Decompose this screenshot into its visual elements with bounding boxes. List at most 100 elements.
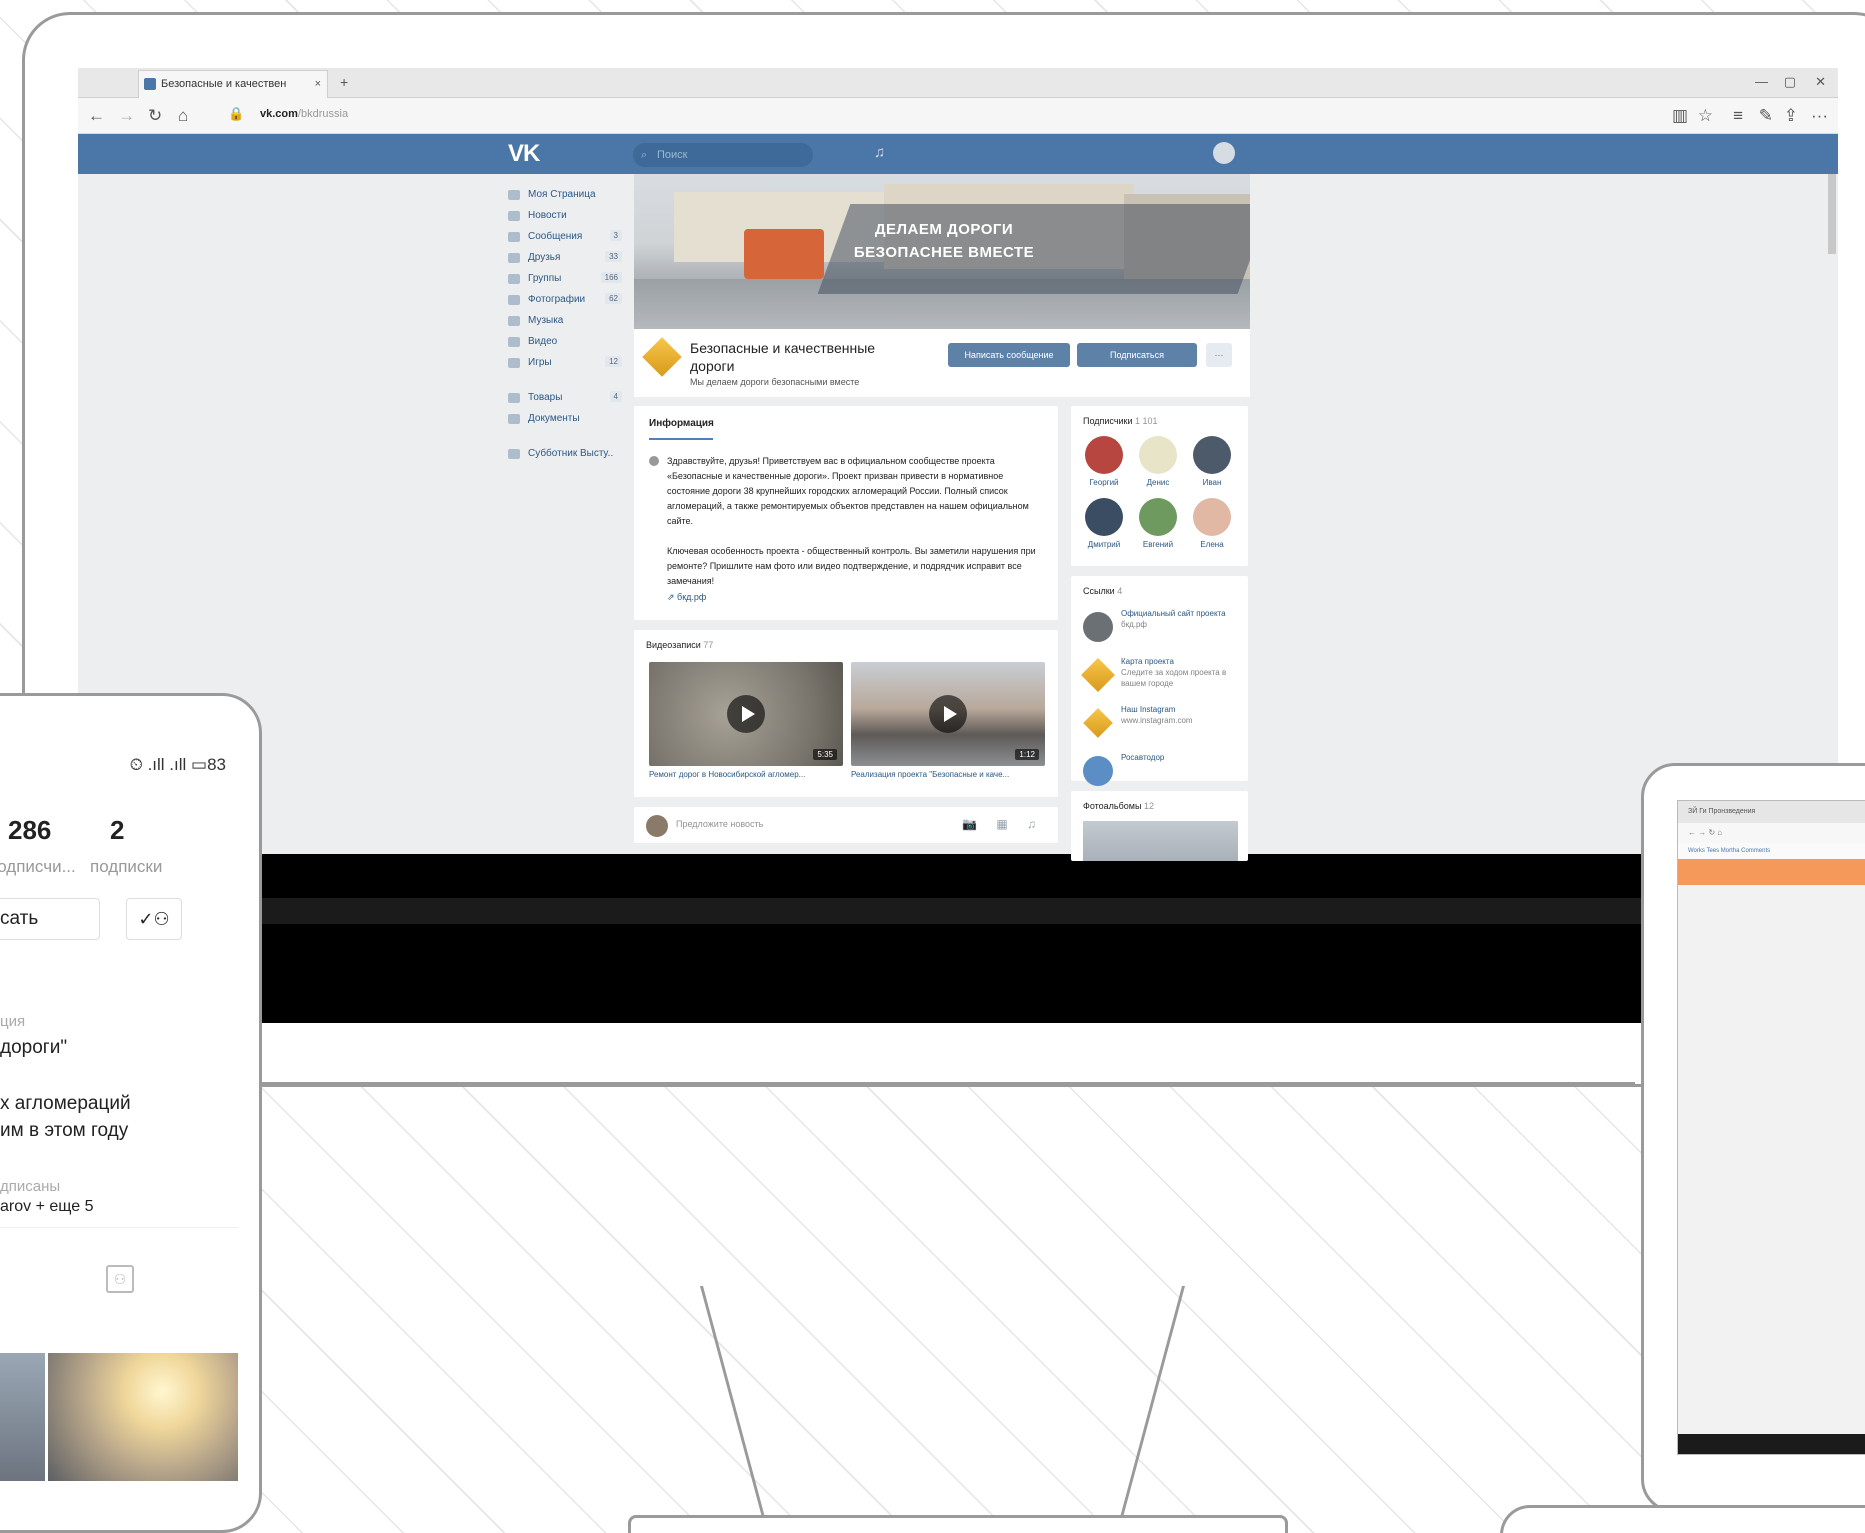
phone-photo[interactable] bbox=[0, 1353, 45, 1481]
left-navigation: Моя Страница Новости Сообщения 3 Друзья 33 Гру… bbox=[508, 184, 628, 464]
following-count[interactable]: 2 bbox=[110, 815, 124, 846]
video-thumbnail[interactable]: 5:35 bbox=[649, 662, 843, 766]
link-item[interactable]: Карта проекта Следите за ходом проекта в … bbox=[1081, 656, 1243, 696]
sidebar-item[interactable]: Субботник Выстy.. bbox=[508, 443, 628, 464]
reading-view-icon[interactable]: ▥ bbox=[1672, 106, 1688, 126]
follow-user-icon[interactable]: ✓⚇ bbox=[126, 898, 182, 940]
home-icon[interactable]: ⌂ bbox=[178, 106, 188, 126]
followers-count[interactable]: 286 bbox=[8, 815, 51, 846]
subscriber-avatar[interactable] bbox=[1085, 498, 1123, 536]
link-item[interactable]: Официальный сайт проекта бкд.рф bbox=[1083, 608, 1243, 648]
tagged-photos-icon[interactable]: ⚇ bbox=[106, 1265, 134, 1293]
sidebar-item[interactable]: Моя Страница bbox=[508, 184, 628, 205]
photo-album-thumbnail[interactable] bbox=[1083, 821, 1238, 861]
group-name: Безопасные и качественные дороги bbox=[690, 340, 876, 374]
post-attach-icons[interactable]: 📷 ▦ ♫ bbox=[962, 817, 1044, 831]
share-icon[interactable]: ⇪ bbox=[1784, 106, 1798, 126]
browser-tab[interactable]: Безопасные и качествен × bbox=[138, 70, 328, 98]
scrollbar[interactable] bbox=[1828, 174, 1836, 254]
video-caption[interactable]: Реализация проекта "Безопасные и каче... bbox=[851, 770, 1045, 779]
sidebar-item-icon bbox=[508, 392, 520, 403]
videos-heading[interactable]: Видеозаписи 77 bbox=[646, 640, 713, 650]
sidebar-item[interactable]: Музыка bbox=[508, 310, 628, 331]
search-input[interactable]: ⌕ Поиск bbox=[633, 143, 813, 167]
tablet-address-bar[interactable]: ← → ↻ ⌂ bbox=[1678, 823, 1865, 843]
subscriber-avatar[interactable] bbox=[1193, 436, 1231, 474]
tab-title: Безопасные и качествен bbox=[161, 78, 287, 90]
write-message-button[interactable]: Написать сообщение bbox=[948, 343, 1070, 367]
address-bar: ← → ↻ ⌂ 🔒 vk.com/bkdrussia ▥ ☆ ≡ ✎ ⇪ ··· bbox=[78, 98, 1838, 134]
tablet-tab[interactable]: ЗЙ Ги Пронзведения bbox=[1678, 801, 1865, 823]
photos-title: Фотоальбомы bbox=[1083, 801, 1142, 811]
suggest-post-box[interactable]: Предложите новость 📷 ▦ ♫ bbox=[634, 807, 1058, 843]
play-icon[interactable] bbox=[929, 695, 967, 733]
post-placeholder[interactable]: Предложите новость bbox=[676, 819, 763, 829]
pen-icon[interactable]: ✎ bbox=[1759, 106, 1773, 126]
links-heading[interactable]: Ссылки 4 bbox=[1083, 586, 1122, 596]
sidebar-item[interactable]: Документы bbox=[508, 408, 628, 429]
vk-logo[interactable]: VK bbox=[508, 140, 540, 168]
subscribers-title: Подписчики bbox=[1083, 416, 1133, 426]
url-field[interactable]: vk.com/bkdrussia bbox=[260, 108, 348, 120]
subscriber-name[interactable]: Георгий bbox=[1079, 478, 1129, 487]
minimize-icon[interactable]: — bbox=[1755, 74, 1768, 89]
sidebar-item-count: 166 bbox=[600, 272, 622, 283]
tab-close-icon[interactable]: × bbox=[315, 71, 321, 97]
link-title: Официальный сайт проекта bbox=[1121, 609, 1226, 618]
maximize-icon[interactable]: ▢ bbox=[1784, 74, 1796, 90]
sidebar-item[interactable]: Группы 166 bbox=[508, 268, 628, 289]
info-website-link[interactable]: ⇗ бкд.рф bbox=[667, 592, 706, 603]
subscribe-button[interactable]: Подписаться bbox=[1077, 343, 1197, 367]
sidebar-item[interactable]: Фотографии 62 bbox=[508, 289, 628, 310]
user-avatar[interactable] bbox=[1213, 142, 1235, 164]
sidebar-item-label: Друзья bbox=[528, 252, 561, 263]
sidebar-item[interactable]: Друзья 33 bbox=[508, 247, 628, 268]
subscriber-avatar[interactable] bbox=[1085, 436, 1123, 474]
video-caption[interactable]: Ремонт дорог в Новосибирской агломер... bbox=[649, 770, 843, 779]
subscribers-heading[interactable]: Подписчики 1 101 bbox=[1083, 416, 1158, 426]
sidebar-item-icon bbox=[508, 448, 520, 459]
tablet-site-nav[interactable]: Works Tees Mortha Comments bbox=[1678, 843, 1865, 859]
link-icon bbox=[1083, 708, 1113, 738]
message-button[interactable]: сать bbox=[0, 898, 100, 940]
back-icon[interactable]: ← bbox=[88, 106, 105, 126]
link-subtitle: www.instagram.com bbox=[1121, 716, 1193, 725]
subscriber-name[interactable]: Елена bbox=[1187, 540, 1237, 549]
link-text: Наш Instagram www.instagram.com bbox=[1121, 704, 1239, 726]
sidebar-item[interactable]: Видео bbox=[508, 331, 628, 352]
subscriber-name[interactable]: Евгений bbox=[1133, 540, 1183, 549]
tablet-taskbar bbox=[1678, 1434, 1865, 1454]
sidebar-item[interactable]: Новости bbox=[508, 205, 628, 226]
more-icon[interactable]: ··· bbox=[1811, 106, 1828, 126]
favorites-hub-icon[interactable]: ≡ bbox=[1733, 106, 1743, 126]
more-actions-button[interactable]: ··· bbox=[1206, 343, 1232, 367]
subscriber-avatar[interactable] bbox=[1139, 498, 1177, 536]
subscriber-name[interactable]: Денис bbox=[1133, 478, 1183, 487]
link-title: Карта проекта bbox=[1121, 657, 1174, 666]
photos-heading[interactable]: Фотоальбомы 12 bbox=[1083, 801, 1154, 811]
subscriber-avatar[interactable] bbox=[1139, 436, 1177, 474]
sidebar-item[interactable]: Товары 4 bbox=[508, 387, 628, 408]
subscribed-names[interactable]: arov + еще 5 bbox=[0, 1198, 93, 1216]
new-tab-icon[interactable]: + bbox=[340, 74, 348, 90]
info-heading[interactable]: Информация bbox=[649, 418, 714, 429]
phone-status-bar: ⏲ .ıll .ıll ▭83 bbox=[0, 745, 238, 785]
video-thumbnail[interactable]: 1:12 bbox=[851, 662, 1045, 766]
videos-block: Видеозаписи 77 5:35 Ремонт дорог в Новос… bbox=[634, 630, 1058, 797]
subscriber-avatar[interactable] bbox=[1193, 498, 1231, 536]
sidebar-item[interactable]: Игры 12 bbox=[508, 352, 628, 373]
link-item[interactable]: Наш Instagram www.instagram.com bbox=[1083, 704, 1243, 744]
group-status: Мы делаем дороги безопасными вместе bbox=[690, 377, 860, 387]
group-header: Безопасные и качественные дороги Мы дела… bbox=[634, 329, 1250, 397]
subscriber-name[interactable]: Иван bbox=[1187, 478, 1237, 487]
phone-photo[interactable] bbox=[48, 1353, 238, 1481]
music-icon[interactable]: ♫ bbox=[874, 144, 885, 161]
subscriber-name[interactable]: Дмитрий bbox=[1079, 540, 1129, 549]
sidebar-item[interactable]: Сообщения 3 bbox=[508, 226, 628, 247]
refresh-icon[interactable]: ↻ bbox=[148, 106, 162, 126]
favorite-star-icon[interactable]: ☆ bbox=[1698, 106, 1713, 126]
link-item[interactable]: Росавтодор bbox=[1083, 752, 1243, 792]
window-close-icon[interactable]: ✕ bbox=[1815, 74, 1826, 90]
play-icon[interactable] bbox=[727, 695, 765, 733]
forward-icon[interactable]: → bbox=[118, 106, 135, 126]
